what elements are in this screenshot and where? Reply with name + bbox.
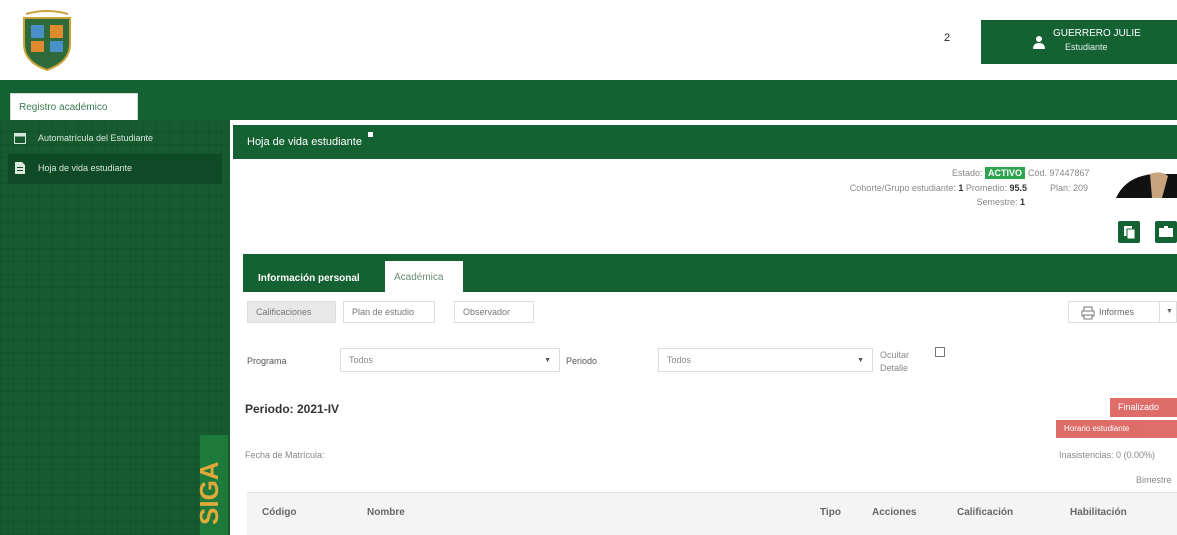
user-role: Estudiante [1065, 42, 1108, 52]
card-button[interactable] [1155, 221, 1177, 243]
sidebar-item-label: Hoja de vida estudiante [38, 163, 133, 173]
periodo-label: Periodo [566, 356, 598, 366]
student-plan: Plan: 209 [1050, 183, 1089, 193]
cohorte-line: Cohorte/Grupo estudiante: 1 Promedio: 95… [849, 183, 1027, 193]
sidebar-item-automatricula[interactable]: Automatrícula del Estudiante [8, 124, 222, 154]
page-title-bar: Hoja de vida estudiante [233, 125, 1177, 159]
estado-line: Estado: ACTIVO [890, 167, 1025, 179]
id-card-icon [1159, 226, 1173, 237]
detalle-label: Detalle [880, 363, 909, 373]
chevron-down-icon: ▼ [857, 357, 864, 364]
calendar-icon [14, 133, 26, 144]
siga-brand-logo: SIGA [194, 435, 228, 535]
institution-logo[interactable] [16, 10, 78, 72]
top-bar: 2 GUERRERO JULIE Estudiante [0, 0, 1177, 80]
tab-registro-academico[interactable]: Registro académico [10, 93, 138, 120]
tab-academica[interactable]: Académica [385, 261, 463, 292]
main-nav-band [0, 80, 1177, 120]
subtab-observador[interactable]: Observador [454, 301, 534, 323]
user-icon [1033, 36, 1045, 49]
divider [1159, 302, 1160, 322]
horario-estudiante-button[interactable]: Horario estudiante [1056, 420, 1177, 438]
page-title: Hoja de vida estudiante [247, 136, 362, 148]
col-tipo[interactable]: Tipo [820, 507, 841, 518]
user-menu[interactable]: GUERRERO JULIE Estudiante [981, 20, 1177, 64]
ocultar-detalle-checkbox[interactable] [935, 347, 945, 357]
col-acciones[interactable]: Acciones [872, 507, 916, 518]
sidebar: Automatrícula del Estudiante Hoja de vid… [0, 120, 230, 535]
semestre-line: Semestre: 1 [976, 197, 1025, 207]
student-code: Cód. 97447867 [1028, 168, 1090, 178]
subtab-calificaciones[interactable]: Calificaciones [247, 301, 336, 323]
periodo-select[interactable]: Todos ▼ [658, 348, 873, 372]
inasistencias-text: Inasistencias: 0 (0.00%) [1059, 450, 1156, 460]
grades-table-header: Código Nombre Tipo Acciones Calificación… [247, 492, 1177, 535]
programa-label: Programa [247, 356, 287, 366]
informes-button[interactable]: Informes ▼ [1068, 301, 1177, 323]
informes-label: Informes [1099, 307, 1135, 317]
tab-informacion-personal[interactable]: Información personal [258, 273, 360, 284]
chevron-down-icon[interactable]: ▼ [1166, 308, 1173, 315]
main-content: Hoja de vida estudiante Estado: ACTIVO C… [230, 120, 1177, 535]
bimestre-label: Bimestre [1136, 475, 1172, 485]
chevron-down-icon: ▼ [544, 357, 551, 364]
svg-text:SIGA: SIGA [194, 461, 224, 525]
printer-icon [1081, 306, 1095, 320]
sidebar-item-hoja-de-vida[interactable]: Hoja de vida estudiante [8, 154, 222, 184]
fecha-matricula-label: Fecha de Matrícula: [245, 450, 325, 460]
user-name: GUERRERO JULIE [1053, 28, 1141, 39]
col-codigo[interactable]: Código [262, 507, 296, 518]
student-photo [1116, 172, 1177, 198]
subtab-plan-estudio[interactable]: Plan de estudio [343, 301, 435, 323]
finalizado-button[interactable]: Finalizado [1110, 398, 1177, 417]
notifications-count[interactable]: 2 [944, 32, 950, 44]
document-icon [15, 162, 25, 174]
status-badge: ACTIVO [984, 167, 1025, 179]
copy-button[interactable] [1118, 221, 1140, 243]
section-tabs-band [243, 254, 1177, 292]
periodo-title: Periodo: 2021-IV [245, 402, 340, 416]
programa-select[interactable]: Todos ▼ [340, 348, 560, 372]
ocultar-label: Ocultar [880, 350, 910, 360]
sidebar-item-label: Automatrícula del Estudiante [38, 133, 154, 143]
col-calificacion[interactable]: Calificación [957, 507, 1013, 518]
dot-icon [367, 132, 373, 137]
col-nombre[interactable]: Nombre [367, 507, 405, 518]
col-habilitacion[interactable]: Habilitación [1070, 507, 1127, 518]
copy-icon [1124, 226, 1136, 240]
